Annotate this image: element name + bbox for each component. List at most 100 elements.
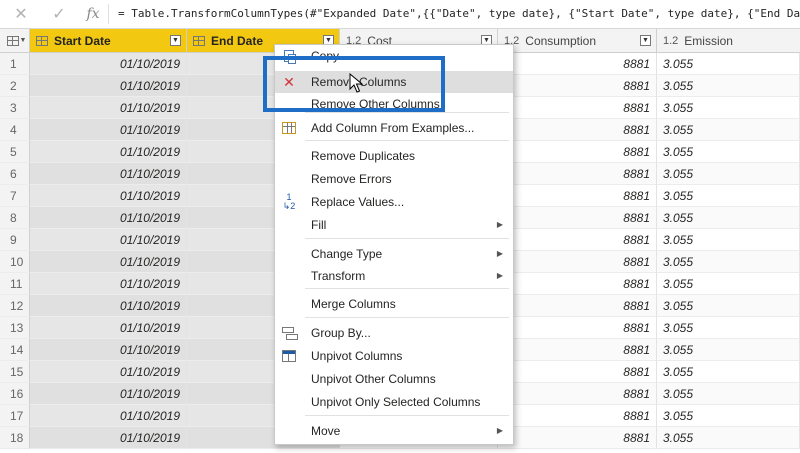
start-date-cell[interactable]: 01/10/2019 [30, 229, 187, 251]
consumption-cell[interactable]: 8881 [498, 339, 657, 361]
start-date-cell[interactable]: 01/10/2019 [30, 207, 187, 229]
consumption-cell[interactable]: 8881 [498, 185, 657, 207]
emission-cell[interactable]: 3.055 [657, 141, 800, 163]
start-date-cell[interactable]: 01/10/2019 [30, 163, 187, 185]
row-number[interactable]: 7 [0, 185, 30, 207]
emission-cell[interactable]: 3.055 [657, 207, 800, 229]
table-menu-button[interactable]: ▼ [0, 29, 30, 52]
emission-cell[interactable]: 3.055 [657, 383, 800, 405]
calendar-type-icon [36, 35, 48, 46]
emission-cell[interactable]: 3.055 [657, 53, 800, 75]
start-date-cell[interactable]: 01/10/2019 [30, 185, 187, 207]
row-number[interactable]: 11 [0, 273, 30, 295]
menu-item-unpivot-columns[interactable]: Unpivot Columns [275, 345, 513, 367]
menu-separator [305, 415, 509, 416]
column-header-start-date[interactable]: Start Date ▼ [30, 29, 187, 52]
emission-cell[interactable]: 3.055 [657, 185, 800, 207]
menu-item-label: Unpivot Other Columns [311, 372, 436, 386]
consumption-cell[interactable]: 8881 [498, 427, 657, 449]
menu-item-transform[interactable]: Transform ▶ [275, 265, 513, 287]
cancel-formula-icon[interactable]: ✕ [8, 0, 34, 28]
formula-text[interactable]: = Table.TransformColumnTypes(#"Expanded … [118, 0, 800, 28]
start-date-cell[interactable]: 01/10/2019 [30, 273, 187, 295]
emission-cell[interactable]: 3.055 [657, 339, 800, 361]
row-number[interactable]: 2 [0, 75, 30, 97]
emission-cell[interactable]: 3.055 [657, 229, 800, 251]
consumption-cell[interactable]: 8881 [498, 405, 657, 427]
consumption-cell[interactable]: 8881 [498, 251, 657, 273]
row-number[interactable]: 16 [0, 383, 30, 405]
column-header-consumption[interactable]: 1.2 Consumption ▼ [498, 29, 657, 52]
row-number[interactable]: 10 [0, 251, 30, 273]
column-filter-dropdown[interactable]: ▼ [640, 35, 651, 46]
menu-item-group-by[interactable]: Group By... [275, 322, 513, 344]
consumption-cell[interactable]: 8881 [498, 53, 657, 75]
start-date-cell[interactable]: 01/10/2019 [30, 295, 187, 317]
row-number[interactable]: 14 [0, 339, 30, 361]
menu-item-merge-columns[interactable]: Merge Columns [275, 293, 513, 315]
consumption-cell[interactable]: 8881 [498, 75, 657, 97]
column-filter-dropdown[interactable]: ▼ [170, 35, 181, 46]
emission-cell[interactable]: 3.055 [657, 251, 800, 273]
consumption-cell[interactable]: 8881 [498, 141, 657, 163]
row-number[interactable]: 5 [0, 141, 30, 163]
consumption-cell[interactable]: 8881 [498, 229, 657, 251]
row-number[interactable]: 12 [0, 295, 30, 317]
consumption-cell[interactable]: 8881 [498, 119, 657, 141]
emission-cell[interactable]: 3.055 [657, 119, 800, 141]
consumption-cell[interactable]: 8881 [498, 97, 657, 119]
emission-cell[interactable]: 3.055 [657, 273, 800, 295]
row-number[interactable]: 17 [0, 405, 30, 427]
menu-item-remove-errors[interactable]: Remove Errors [275, 168, 513, 190]
emission-cell[interactable]: 3.055 [657, 295, 800, 317]
row-number[interactable]: 9 [0, 229, 30, 251]
row-number[interactable]: 1 [0, 53, 30, 75]
emission-cell[interactable]: 3.055 [657, 75, 800, 97]
start-date-cell[interactable]: 01/10/2019 [30, 405, 187, 427]
row-number[interactable]: 8 [0, 207, 30, 229]
menu-item-remove-duplicates[interactable]: Remove Duplicates [275, 145, 513, 167]
start-date-cell[interactable]: 01/10/2019 [30, 383, 187, 405]
start-date-cell[interactable]: 01/10/2019 [30, 339, 187, 361]
consumption-cell[interactable]: 8881 [498, 273, 657, 295]
row-number[interactable]: 13 [0, 317, 30, 339]
start-date-cell[interactable]: 01/10/2019 [30, 251, 187, 273]
start-date-cell[interactable]: 01/10/2019 [30, 75, 187, 97]
menu-item-replace-values[interactable]: 1 ↳2 Replace Values... [275, 191, 513, 213]
emission-cell[interactable]: 3.055 [657, 405, 800, 427]
consumption-cell[interactable]: 8881 [498, 383, 657, 405]
menu-item-unpivot-only-selected-columns[interactable]: Unpivot Only Selected Columns [275, 391, 513, 413]
emission-cell[interactable]: 3.055 [657, 361, 800, 383]
row-number[interactable]: 15 [0, 361, 30, 383]
column-header-emission[interactable]: 1.2 Emission [657, 29, 800, 52]
menu-item-add-column-from-examples[interactable]: Add Column From Examples... [275, 117, 513, 139]
commit-formula-icon[interactable]: ✓ [46, 0, 72, 28]
emission-cell[interactable]: 3.055 [657, 427, 800, 449]
menu-item-move[interactable]: Move ▶ [275, 420, 513, 442]
emission-cell[interactable]: 3.055 [657, 97, 800, 119]
row-number[interactable]: 6 [0, 163, 30, 185]
start-date-cell[interactable]: 01/10/2019 [30, 119, 187, 141]
row-number[interactable]: 18 [0, 427, 30, 449]
menu-separator [305, 238, 509, 239]
menu-item-change-type[interactable]: Change Type ▶ [275, 243, 513, 265]
fx-icon[interactable]: fx [80, 0, 106, 28]
consumption-cell[interactable]: 8881 [498, 317, 657, 339]
menu-item-fill[interactable]: Fill ▶ [275, 214, 513, 236]
start-date-cell[interactable]: 01/10/2019 [30, 141, 187, 163]
start-date-cell[interactable]: 01/10/2019 [30, 53, 187, 75]
emission-cell[interactable]: 3.055 [657, 317, 800, 339]
consumption-cell[interactable]: 8881 [498, 361, 657, 383]
row-number[interactable]: 4 [0, 119, 30, 141]
consumption-cell[interactable]: 8881 [498, 295, 657, 317]
emission-cell[interactable]: 3.055 [657, 163, 800, 185]
start-date-cell[interactable]: 01/10/2019 [30, 361, 187, 383]
menu-item-unpivot-other-columns[interactable]: Unpivot Other Columns [275, 368, 513, 390]
start-date-cell[interactable]: 01/10/2019 [30, 317, 187, 339]
start-date-cell[interactable]: 01/10/2019 [30, 97, 187, 119]
consumption-cell[interactable]: 8881 [498, 207, 657, 229]
start-date-cell[interactable]: 01/10/2019 [30, 427, 187, 449]
row-number[interactable]: 3 [0, 97, 30, 119]
consumption-cell[interactable]: 8881 [498, 163, 657, 185]
chevron-down-icon: ▼ [19, 37, 27, 44]
